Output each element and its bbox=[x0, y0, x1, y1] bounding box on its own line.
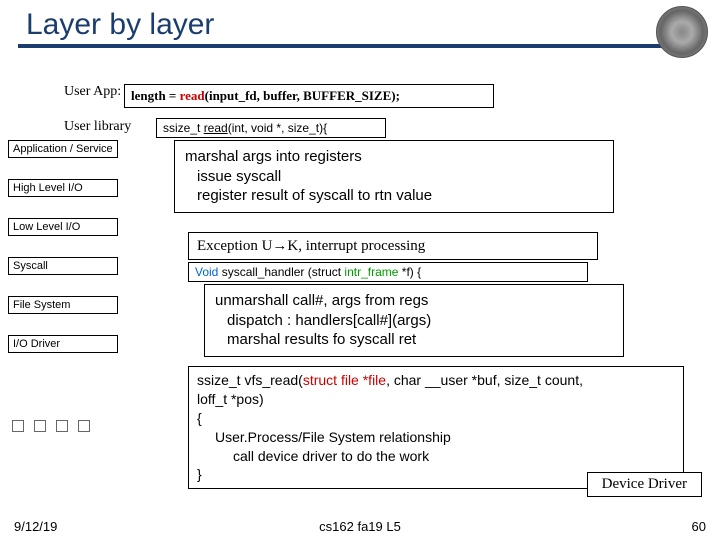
seal-icon bbox=[656, 6, 708, 58]
stack-hlio: High Level I/O bbox=[8, 179, 118, 197]
code-syscall: Void syscall_handler (struct intr_frame … bbox=[188, 262, 588, 282]
sq-icon bbox=[12, 420, 24, 432]
divider bbox=[18, 44, 702, 48]
code-userapp: length = read(input_fd, buffer, BUFFER_S… bbox=[124, 84, 494, 108]
box-dispatch: unmarshall call#, args from regs dispatc… bbox=[204, 284, 624, 357]
userapp-label: User App: bbox=[64, 84, 121, 100]
sq-icon bbox=[78, 420, 90, 432]
box-vfs: ssize_t vfs_read(struct file *file, char… bbox=[188, 366, 684, 489]
stack-app: Application / Service bbox=[8, 140, 118, 158]
code-userlib: ssize_t read(int, void *, size_t){ bbox=[156, 118, 386, 138]
footer-page: 60 bbox=[692, 519, 706, 534]
sq-icon bbox=[56, 420, 68, 432]
box-exception: Exception U→K, interrupt processing bbox=[188, 232, 598, 260]
device-driver-tag: Device Driver bbox=[587, 472, 702, 497]
sq-icon bbox=[34, 420, 46, 432]
layer-stack: Application / Service High Level I/O Low… bbox=[8, 140, 118, 356]
footer-course: cs162 fa19 L5 bbox=[0, 519, 720, 534]
stack-llio: Low Level I/O bbox=[8, 218, 118, 236]
stack-iodrv: I/O Driver bbox=[8, 335, 118, 353]
slide-title: Layer by layer bbox=[0, 0, 720, 44]
box-marshal: marshal args into registers issue syscal… bbox=[174, 140, 614, 213]
stack-fs: File System bbox=[8, 296, 118, 314]
stack-syscall: Syscall bbox=[8, 257, 118, 275]
userlib-label: User library bbox=[64, 119, 131, 135]
